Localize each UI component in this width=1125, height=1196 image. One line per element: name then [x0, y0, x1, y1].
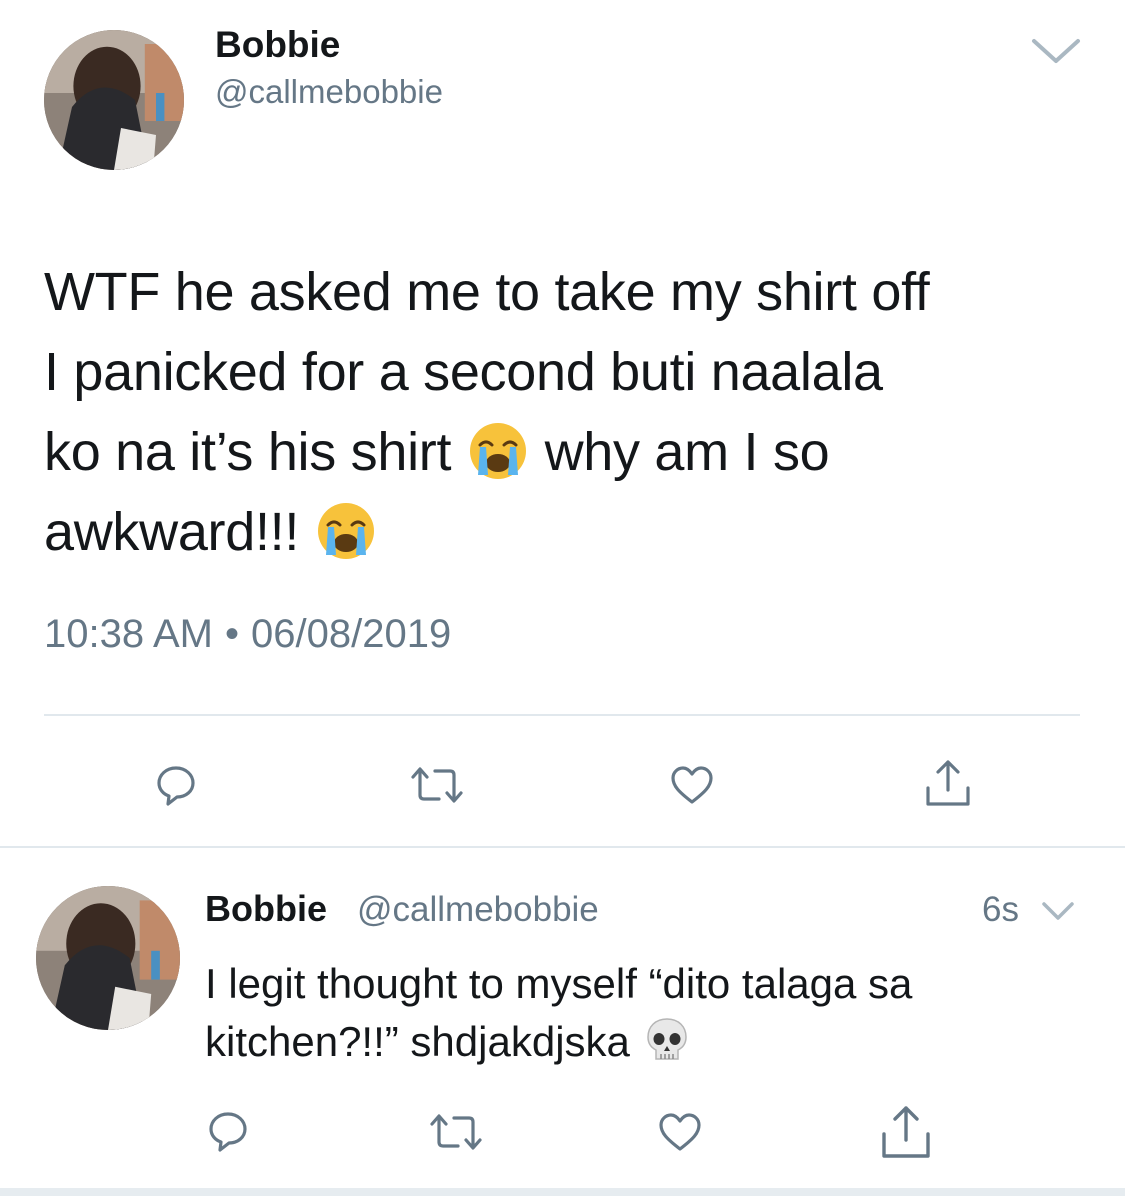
share-icon[interactable] [920, 756, 976, 812]
tweet-timestamp[interactable]: 10:38 AM • 06/08/2019 [44, 612, 451, 657]
reply-timestamp[interactable]: 6s [982, 890, 1019, 930]
divider [0, 846, 1125, 848]
reply-icon[interactable] [200, 1106, 256, 1156]
author-handle[interactable]: @callmebobbie [215, 73, 443, 111]
reply-author-handle[interactable]: @callmebobbie [357, 890, 599, 930]
reply-author-name[interactable]: Bobbie [205, 888, 327, 930]
skull-icon [642, 1015, 692, 1065]
reply-text-line: kitchen?!!” shdjakdjska [205, 1013, 1105, 1071]
avatar-photo [36, 886, 180, 1030]
tweet-time: 10:38 AM [44, 612, 214, 656]
reply-icon[interactable] [148, 760, 204, 810]
tweet-text: WTF he asked me to take my shirt off I p… [44, 252, 1104, 572]
share-icon[interactable] [876, 1102, 936, 1162]
like-icon[interactable] [652, 1108, 708, 1156]
tweet-text-line: WTF he asked me to take my shirt off [44, 262, 930, 322]
tweet-text-line: I panicked for a second buti naalala [44, 342, 883, 402]
chevron-down-icon[interactable] [1040, 900, 1076, 922]
tweet-text-line: ko na it’s his shirt why am I so [44, 412, 1104, 492]
divider [44, 714, 1080, 716]
reply-text: I legit thought to myself “dito talaga s… [205, 955, 1105, 1071]
bottom-divider [0, 1188, 1125, 1196]
meta-separator: • [225, 612, 240, 656]
retweet-icon[interactable] [405, 760, 469, 810]
avatar-photo [44, 30, 184, 170]
tweet-date: 06/08/2019 [251, 612, 452, 656]
reply-author-avatar[interactable] [36, 886, 180, 1030]
retweet-icon[interactable] [424, 1108, 488, 1156]
chevron-down-icon[interactable] [1030, 36, 1082, 66]
loudly-crying-face-icon [314, 499, 378, 563]
tweet-text-line: awkward!!! [44, 492, 1104, 572]
loudly-crying-face-icon [466, 419, 530, 483]
author-avatar[interactable] [44, 30, 184, 170]
reply-text-line: I legit thought to myself “dito talaga s… [205, 960, 913, 1007]
author-name[interactable]: Bobbie [215, 24, 340, 66]
like-icon[interactable] [664, 760, 720, 810]
